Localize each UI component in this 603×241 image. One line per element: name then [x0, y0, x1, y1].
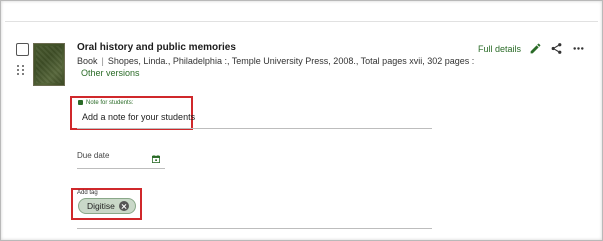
pencil-icon[interactable]	[529, 42, 542, 55]
more-horizontal-icon[interactable]	[572, 42, 585, 55]
clear-tag-icon[interactable]	[119, 201, 129, 211]
due-date-input[interactable]: Due date	[77, 151, 109, 160]
calendar-icon[interactable]	[152, 155, 160, 163]
tag-underline	[77, 228, 432, 229]
select-item-checkbox[interactable]	[16, 43, 29, 56]
note-icon	[78, 100, 83, 105]
item-type: Book	[77, 56, 98, 66]
top-divider	[5, 21, 598, 22]
add-tag-label: Add tag	[77, 190, 98, 196]
full-details-link[interactable]: Full details	[478, 44, 521, 54]
item-title[interactable]: Oral history and public memories	[77, 42, 236, 53]
due-date-underline	[77, 168, 165, 169]
note-label-text: Note for students:	[86, 100, 134, 107]
note-for-students-label: Note for students:	[78, 100, 133, 106]
tag-chip[interactable]: Digitise	[78, 198, 136, 214]
note-underline	[77, 128, 432, 129]
reading-list-item-panel: Oral history and public memories Book | Sh…	[0, 0, 603, 241]
other-versions-link[interactable]: Other versions	[81, 68, 140, 78]
drag-handle-icon[interactable]	[17, 65, 25, 77]
book-cover-thumbnail[interactable]	[33, 43, 65, 86]
note-for-students-input[interactable]: Add a note for your students	[82, 112, 195, 122]
share-icon[interactable]	[550, 42, 563, 55]
item-citation: Shopes, Linda., Philadelphia :, Temple U…	[107, 56, 475, 66]
item-metadata: Book | Shopes, Linda., Philadelphia :, Tem…	[77, 56, 474, 66]
meta-separator: |	[101, 56, 104, 66]
tag-chip-label: Digitise	[87, 201, 115, 211]
